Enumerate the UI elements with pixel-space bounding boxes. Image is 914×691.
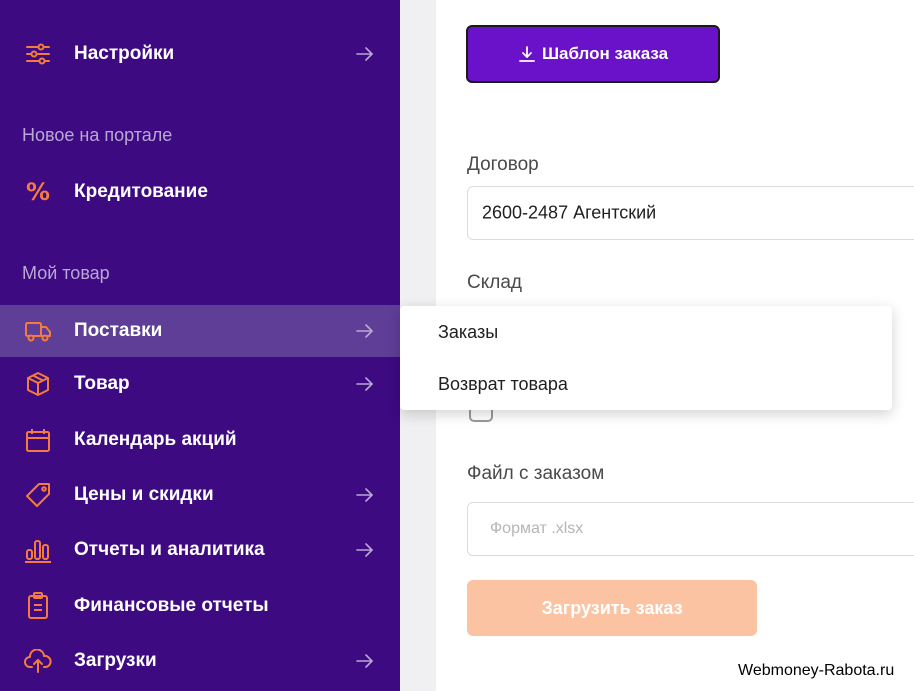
sidebar-item-prices[interactable]: Цены и скидки: [0, 469, 400, 521]
sidebar-item-credit[interactable]: % Кредитование: [0, 166, 400, 218]
section-title-goods: Мой товар: [22, 263, 110, 283]
contract-select[interactable]: 2600-2487 Агентский: [467, 186, 914, 240]
tag-icon: [24, 481, 52, 509]
sidebar-item-label: Настройки: [74, 43, 175, 64]
sidebar-item-label: Финансовые отчеты: [74, 595, 269, 616]
sidebar-item-supplies[interactable]: Поставки: [0, 305, 400, 357]
arrow-right-icon: [356, 488, 373, 502]
submenu-item-returns[interactable]: Возврат товара: [438, 374, 568, 395]
upload-order-button[interactable]: Загрузить заказ: [467, 580, 757, 636]
download-icon: [519, 46, 535, 62]
contract-label: Договор: [467, 154, 539, 175]
sidebar-item-label: Календарь акций: [74, 429, 237, 450]
sidebar-item-calendar[interactable]: Календарь акций: [0, 414, 400, 466]
section-title-new: Новое на портале: [22, 125, 173, 145]
sidebar-item-label: Поставки: [74, 320, 163, 341]
arrow-right-icon: [356, 377, 373, 391]
percent-icon: %: [25, 178, 51, 206]
cloud-upload-icon: [24, 647, 52, 675]
file-label: Файл с заказом: [467, 463, 605, 484]
sidebar-item-goods[interactable]: Товар: [0, 358, 400, 410]
bar-chart-icon: [24, 536, 52, 564]
supplies-submenu: Заказы Возврат товара: [400, 306, 892, 410]
arrow-right-icon: [356, 324, 373, 338]
sidebar-item-label: Загрузки: [74, 650, 157, 671]
truck-icon: [24, 317, 52, 345]
arrow-right-icon: [356, 47, 373, 61]
watermark: Webmoney-Rabota.ru: [738, 662, 895, 679]
file-field[interactable]: [467, 502, 914, 556]
file-input[interactable]: [468, 503, 914, 555]
contract-value: 2600-2487 Агентский: [482, 202, 657, 223]
arrow-right-icon: [356, 543, 373, 557]
sidebar-item-label: Кредитование: [74, 181, 208, 202]
sidebar-item-finance[interactable]: Финансовые отчеты: [0, 580, 400, 632]
download-template-button[interactable]: Шаблон заказа: [466, 25, 720, 83]
sidebar-item-downloads[interactable]: Загрузки: [0, 635, 400, 687]
clipboard-icon: [24, 592, 52, 620]
sidebar-item-reports[interactable]: Отчеты и аналитика: [0, 524, 400, 576]
sidebar: Настройки Новое на портале % Кредитовани…: [0, 0, 400, 691]
box-icon: [24, 370, 52, 398]
calendar-icon: [24, 426, 52, 454]
sidebar-item-settings[interactable]: Настройки: [0, 28, 400, 80]
warehouse-label: Склад: [467, 272, 522, 293]
arrow-right-icon: [356, 654, 373, 668]
download-template-label: Шаблон заказа: [541, 44, 669, 63]
submenu-item-orders[interactable]: Заказы: [438, 322, 498, 343]
sliders-icon: [24, 40, 52, 68]
sidebar-item-label: Цены и скидки: [74, 484, 214, 505]
sidebar-item-label: Товар: [74, 373, 130, 394]
sidebar-item-label: Отчеты и аналитика: [74, 539, 265, 560]
